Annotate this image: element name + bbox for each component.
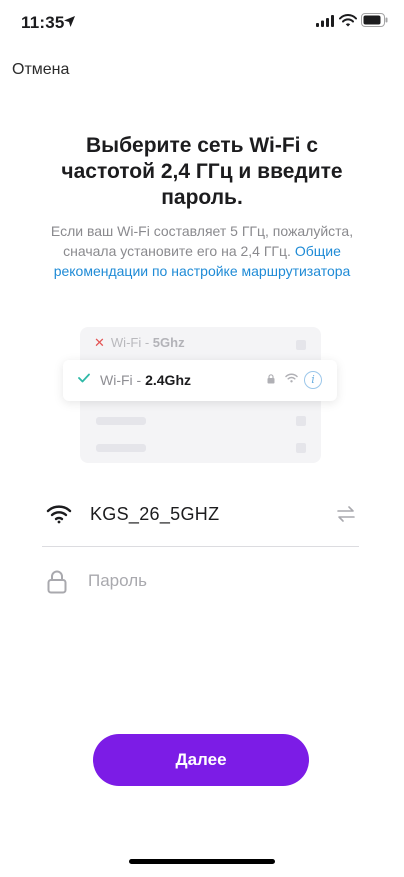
cancel-button[interactable]: Отмена [12, 61, 69, 79]
cellular-signal-icon [316, 15, 334, 27]
illustration-placeholder-square [296, 416, 306, 426]
illustration-5ghz-band: 5Ghz [152, 335, 185, 350]
illustration-placeholder-square [296, 443, 306, 453]
field-divider [42, 546, 359, 547]
illustration-placeholder-bar [96, 417, 146, 425]
lock-icon [47, 570, 67, 594]
password-field[interactable] [42, 566, 359, 600]
wifi-network-field[interactable]: KGS_26_5GHZ [42, 496, 359, 536]
illustration-24ghz-band: 2.4Ghz [145, 372, 191, 388]
status-bar: 11:35 [0, 0, 404, 46]
status-time: 11:35 [21, 13, 65, 32]
illustration-24ghz-label: Wi-Fi - 2.4Ghz [100, 372, 191, 388]
illustration-5ghz-prefix: Wi-Fi - [110, 335, 153, 350]
wifi-small-icon [285, 373, 298, 383]
password-input[interactable] [88, 568, 338, 594]
illustration-placeholder-bar [96, 444, 146, 452]
wifi-network-name: KGS_26_5GHZ [90, 504, 220, 524]
location-arrow-icon [64, 16, 75, 27]
page-title: Выберите сеть Wi-Fi с частотой 2,4 ГГц и… [61, 134, 343, 209]
illustration-placeholder-square [296, 340, 306, 350]
home-indicator [129, 859, 275, 864]
switch-network-icon[interactable] [336, 505, 356, 523]
cross-icon: ✕ [94, 335, 105, 350]
wifi-status-icon [339, 14, 357, 27]
illustration-row-5ghz: ✕ Wi-Fi - 5Ghz [94, 335, 185, 351]
wifi-icon [46, 505, 72, 524]
info-icon: i [304, 371, 322, 389]
battery-icon [361, 13, 388, 27]
check-icon [78, 373, 90, 383]
page-subtitle: Если ваш Wi-Fi составляет 5 ГГц, пожалуй… [36, 221, 368, 281]
lock-small-icon [267, 374, 275, 384]
illustration-24ghz-prefix: Wi-Fi - [100, 372, 146, 388]
illustration-row-24ghz: Wi-Fi - 2.4Ghz i [63, 360, 337, 401]
next-button[interactable]: Далее [93, 734, 309, 786]
